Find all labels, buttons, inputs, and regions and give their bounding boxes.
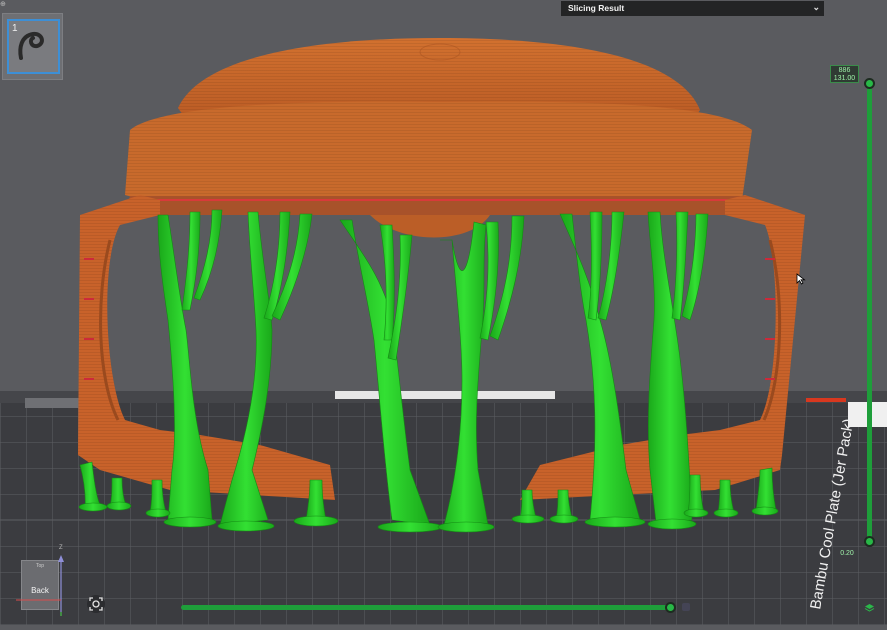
axis-z-label: Z <box>59 545 63 551</box>
layer-slider-bottom-handle[interactable] <box>864 536 875 547</box>
layer-slider-top-handle[interactable] <box>864 78 875 89</box>
camera-reset-button[interactable] <box>87 595 105 613</box>
axis-gizmo <box>16 555 64 616</box>
sliced-model-preview: Bambu Cool Plate (Jer Pack) <box>0 38 887 625</box>
layer-top-number: 886 <box>838 67 851 74</box>
camera-reset-icon <box>89 597 103 611</box>
menu-icon[interactable]: ⊕ <box>0 0 10 9</box>
layers-icon[interactable] <box>864 603 875 613</box>
plate-thumbnail[interactable]: 1 <box>2 13 63 80</box>
chevron-double-down-icon[interactable]: ⌄ <box>812 2 820 13</box>
filament-hook-icon <box>18 31 44 60</box>
mouse-cursor-icon <box>796 273 806 285</box>
layer-slider-track[interactable] <box>867 83 872 545</box>
move-slider-end-icon[interactable] <box>682 603 690 611</box>
move-slider-handle[interactable] <box>665 602 676 613</box>
3d-viewport[interactable]: Bambu Cool Plate (Jer Pack) <box>0 0 887 625</box>
layer-bottom-height: 0.20 <box>840 550 854 557</box>
slicing-result-title: Slicing Result <box>568 3 625 13</box>
slicing-result-panel[interactable]: Slicing Result ⌄ <box>561 1 824 16</box>
layer-top-height: 131.00 <box>833 75 856 82</box>
layer-top-readout: 886 131.00 <box>830 65 859 83</box>
move-slider-track[interactable] <box>181 605 673 610</box>
